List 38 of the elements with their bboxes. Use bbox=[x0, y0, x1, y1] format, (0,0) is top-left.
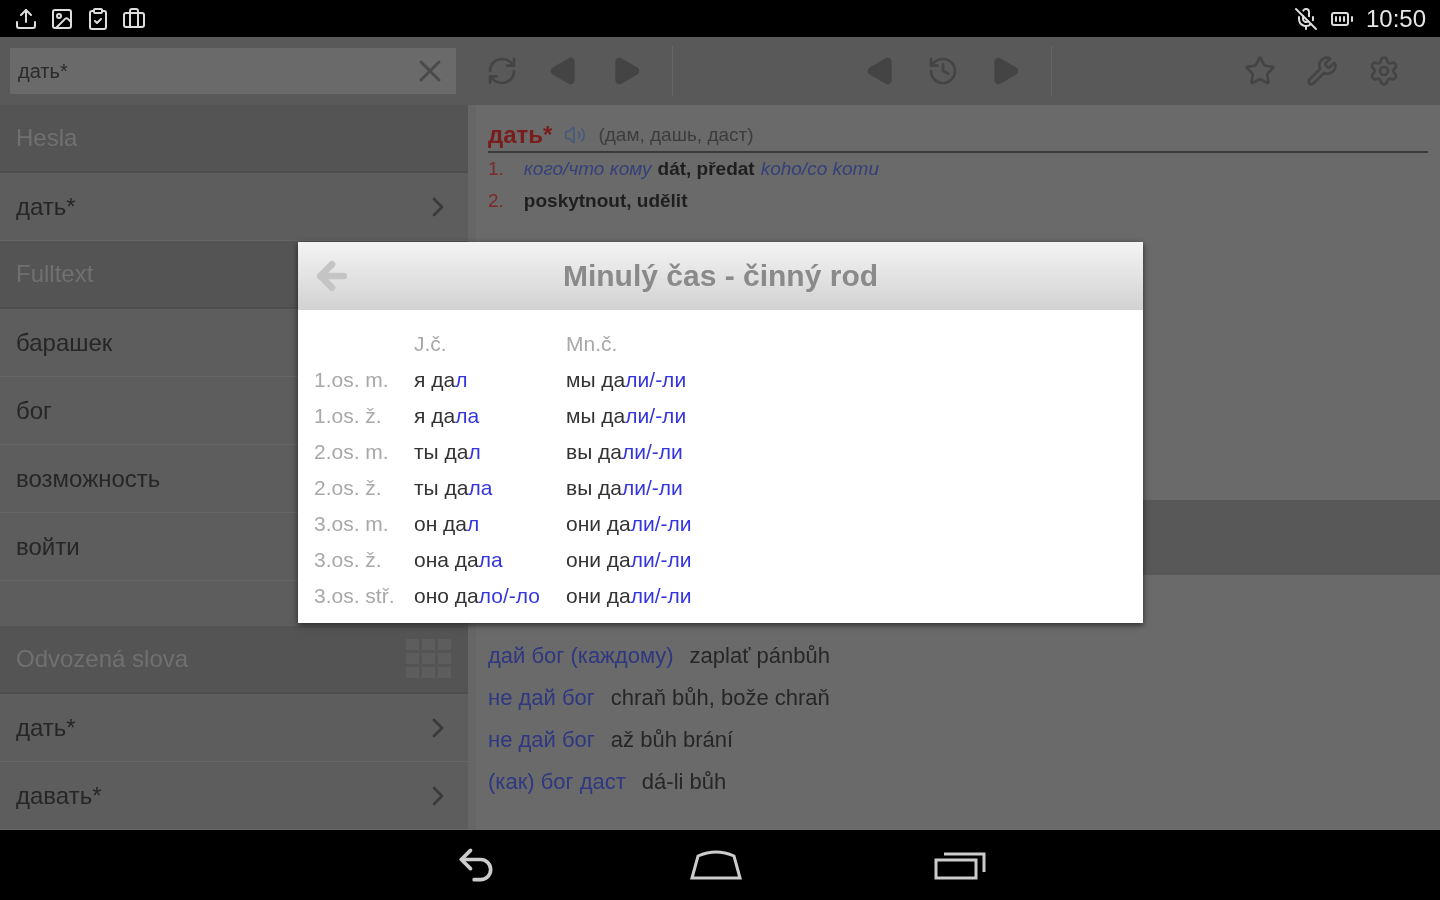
row-label: 3.os. stř. bbox=[314, 583, 396, 609]
bag-icon bbox=[122, 6, 146, 31]
dialog-header: Minulý čas - činný rod bbox=[298, 242, 1143, 310]
row-label: 3.os. ž. bbox=[314, 547, 383, 573]
table-cell-text: они дали/-ли bbox=[566, 511, 692, 537]
sense-text: poskytnout, udělit bbox=[523, 190, 689, 212]
table-cell-text: они дали/-ли bbox=[566, 583, 692, 609]
phrase-czech: až bůh brání bbox=[610, 727, 734, 753]
sense-number: 2. bbox=[488, 190, 504, 212]
table-cell-text: мы дали/-ли bbox=[566, 367, 688, 393]
phrase-czech: zaplať pánbůh bbox=[689, 643, 830, 669]
phrase-russian: не дай бог bbox=[488, 727, 595, 753]
clock: 10:50 bbox=[1365, 4, 1426, 33]
clipboard-icon bbox=[86, 6, 110, 31]
table-cell-text: они дали/-ли bbox=[566, 547, 692, 573]
table-cell-text: вы дали/-ли bbox=[566, 439, 684, 465]
recents-icon[interactable] bbox=[934, 850, 986, 880]
speaker-icon[interactable] bbox=[564, 124, 587, 146]
phrase-czech: chraň bůh, bože chraň bbox=[610, 685, 830, 711]
row-label: 1.os. ž. bbox=[314, 403, 383, 429]
home-icon[interactable] bbox=[688, 850, 744, 880]
muted-icon bbox=[1293, 6, 1318, 31]
upload-icon bbox=[14, 6, 38, 31]
phrase-czech: dá-li bůh bbox=[641, 769, 727, 795]
phrase-russian: дай бог (каждому) bbox=[488, 643, 674, 669]
table-cell-text: оно дало/-ло bbox=[414, 583, 541, 609]
phrase-russian: (как) бог даст bbox=[488, 769, 626, 795]
phrase-russian: не дай бог bbox=[488, 685, 595, 711]
row-label: 3.os. m. bbox=[314, 511, 390, 537]
table-cell-text: мы дали/-ли bbox=[566, 403, 688, 429]
column-header: Mn.č. bbox=[566, 331, 619, 357]
headword: дать* bbox=[488, 121, 553, 149]
sense-number: 1. bbox=[488, 158, 504, 180]
table-cell-text: вы дали/-ли bbox=[566, 475, 684, 501]
search-field[interactable]: дать* bbox=[10, 48, 456, 94]
image-icon bbox=[50, 6, 74, 31]
column-header: J.č. bbox=[414, 331, 448, 357]
row-label: 2.os. ž. bbox=[314, 475, 383, 501]
